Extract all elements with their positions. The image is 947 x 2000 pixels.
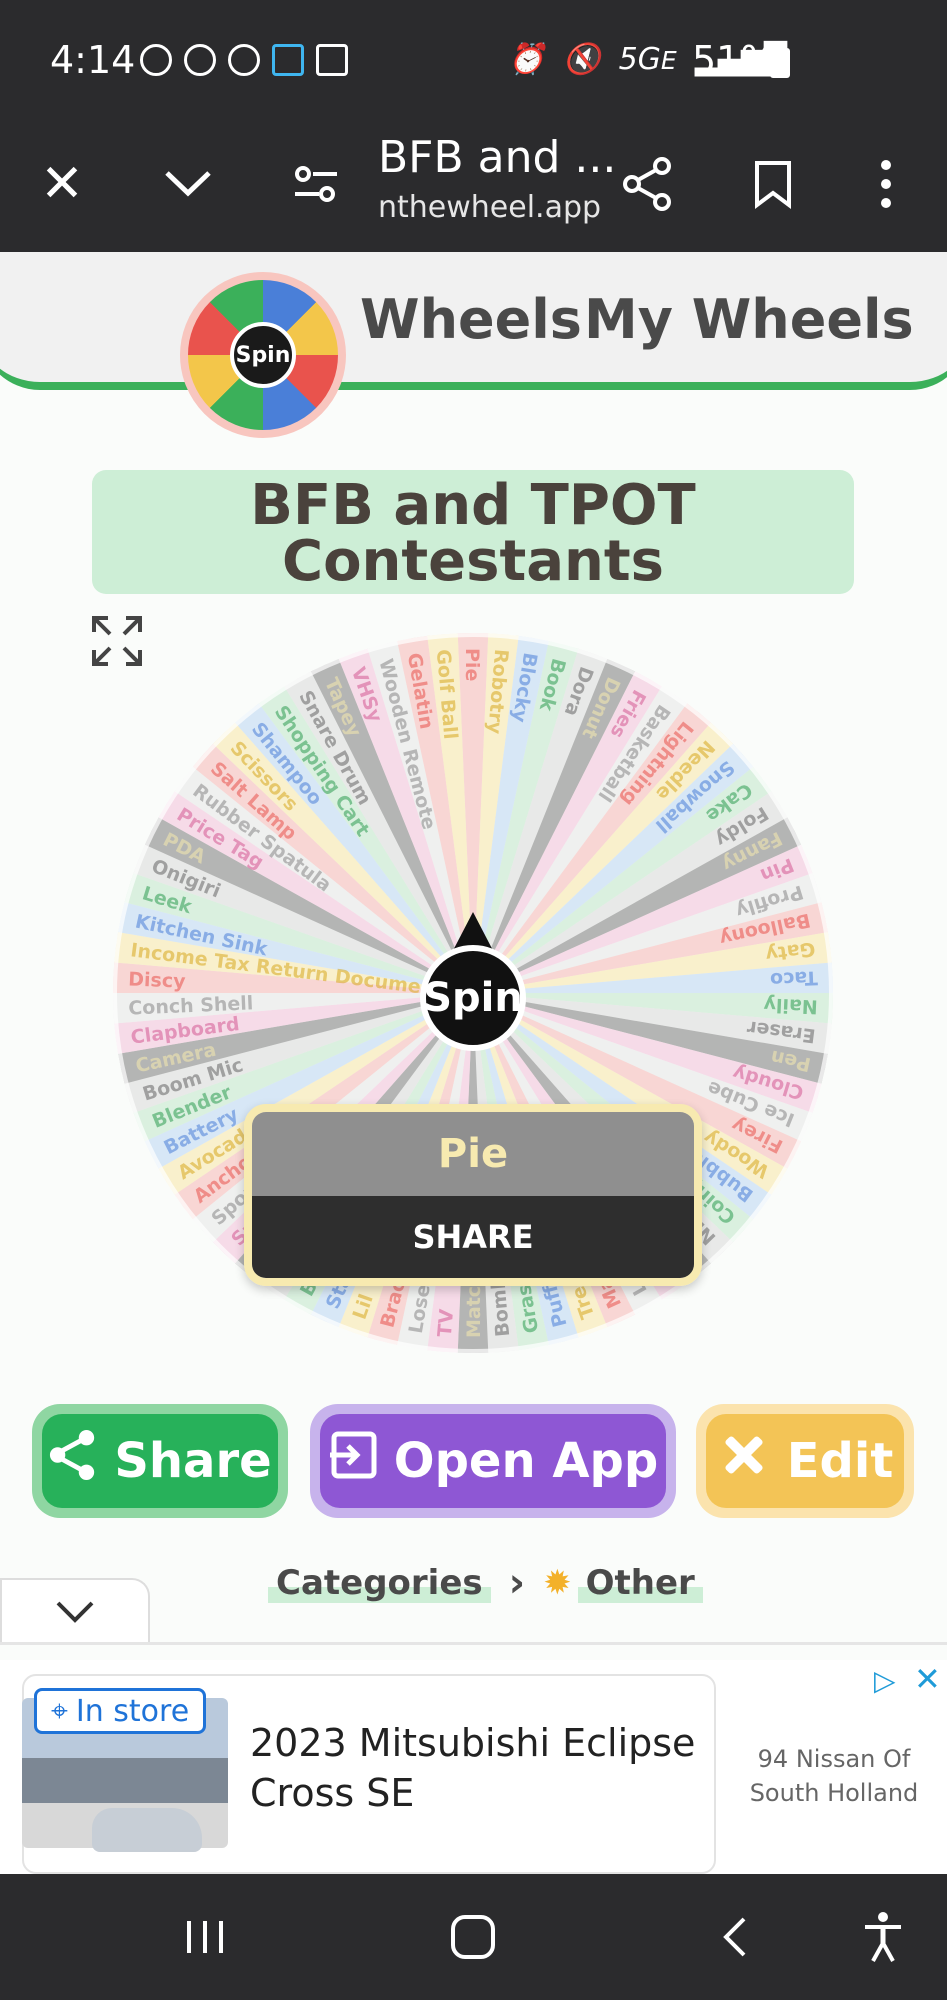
ad-badge: ⌖ In store <box>34 1688 207 1734</box>
nav-my-wheels[interactable]: My Wheels <box>570 288 928 351</box>
status-bar: 4:14 ⏰ 🔇 5GE ▂▄▆█ 51% <box>0 0 947 120</box>
home-icon[interactable] <box>438 1902 508 1972</box>
site-settings-icon[interactable] <box>278 146 354 222</box>
sun-icon: ✹ <box>543 1563 572 1603</box>
chevron-right-icon: › <box>508 1560 526 1606</box>
more-options-icon[interactable] <box>848 146 924 222</box>
wheel-entry-label: Gaty <box>764 937 817 966</box>
collapse-panel-button[interactable] <box>0 1578 150 1644</box>
ad-close-icon[interactable]: ✕ <box>914 1660 941 1698</box>
result-share-button[interactable]: SHARE <box>252 1196 694 1278</box>
wheel-entry-label: Pin <box>757 853 797 887</box>
wheel-entry-label: Pie <box>461 648 483 682</box>
breadcrumb-categories[interactable]: Categories <box>268 1563 491 1603</box>
share-icon[interactable] <box>610 146 686 222</box>
network-type: 5GE <box>618 42 677 77</box>
recent-apps-icon[interactable] <box>170 1902 240 1972</box>
wheel-entry-label: TV <box>433 1308 459 1338</box>
accessibility-icon[interactable] <box>848 1902 918 1972</box>
divider <box>0 1642 947 1645</box>
wheel-entry-label: Robotry <box>483 648 513 735</box>
battery-level: 51% <box>692 38 777 82</box>
edit-button[interactable]: Edit <box>696 1404 914 1518</box>
ad-banner[interactable]: ⌖ In store 2023 Mitsubishi Eclipse Cross… <box>0 1660 947 1874</box>
breadcrumb: Categories › ✹ Other <box>268 1560 703 1606</box>
edit-label: Edit <box>786 1433 894 1489</box>
breadcrumb-current[interactable]: Other <box>577 1563 703 1603</box>
snowman-icon <box>228 44 260 76</box>
share-button[interactable]: Share <box>32 1404 288 1518</box>
wheel-entry-label: Naily <box>763 993 819 1018</box>
url-text[interactable]: nthewheel.app <box>378 190 601 225</box>
chevron-down-icon <box>56 1601 94 1623</box>
nav-wheels[interactable]: Wheels <box>346 288 596 351</box>
wheel-entry-label: Blocky <box>507 650 542 724</box>
bookmark-icon[interactable] <box>735 146 811 222</box>
ad-dealer[interactable]: 94 Nissan Of South Holland <box>722 1742 946 1810</box>
android-icon <box>272 44 304 76</box>
browser-toolbar: ✕ BFB and ... nthewheel.app <box>0 120 947 252</box>
close-icon[interactable]: ✕ <box>24 146 100 222</box>
open-app-button[interactable]: Open App <box>310 1404 676 1518</box>
location-pin-icon: ⌖ <box>51 1693 68 1729</box>
gallery-icon <box>316 44 348 76</box>
wheel-entry-label: Lil <box>348 1291 378 1323</box>
open-app-label: Open App <box>393 1433 659 1489</box>
spin-button[interactable]: Spin <box>420 945 526 1051</box>
tab-title[interactable]: BFB and ... <box>378 132 616 183</box>
chrome-icon <box>184 44 216 76</box>
wheel-entry-label: Taco <box>769 966 819 991</box>
wheel-entry-label: Pen <box>768 1045 813 1076</box>
mute-icon: 🔇 <box>563 42 601 77</box>
back-icon[interactable] <box>700 1902 770 1972</box>
wheel-entry-label: Eraser <box>745 1016 817 1047</box>
logo-spin-label: Spin <box>230 322 296 388</box>
alarm-icon: ⏰ <box>507 42 546 77</box>
ad-choices-icon[interactable]: ▷ <box>874 1664 896 1697</box>
chevron-down-icon[interactable] <box>150 146 226 222</box>
status-time: 4:14 <box>50 38 136 82</box>
battery-icon <box>770 48 790 78</box>
result-name: Pie <box>252 1112 694 1196</box>
share-icon <box>48 1428 98 1494</box>
result-popup: Pie SHARE <box>244 1104 702 1286</box>
share-label: Share <box>114 1433 272 1489</box>
wheel-entry-label: Discy <box>127 968 186 993</box>
open-app-icon <box>328 1430 378 1492</box>
ad-title[interactable]: 2023 Mitsubishi Eclipse Cross SE <box>250 1718 710 1818</box>
notification-icons <box>140 44 348 76</box>
tools-icon <box>717 1428 771 1494</box>
system-nav-bar <box>0 1874 947 2000</box>
page-title: BFB and TPOT Contestants <box>92 470 854 594</box>
soccer-icon <box>140 44 172 76</box>
